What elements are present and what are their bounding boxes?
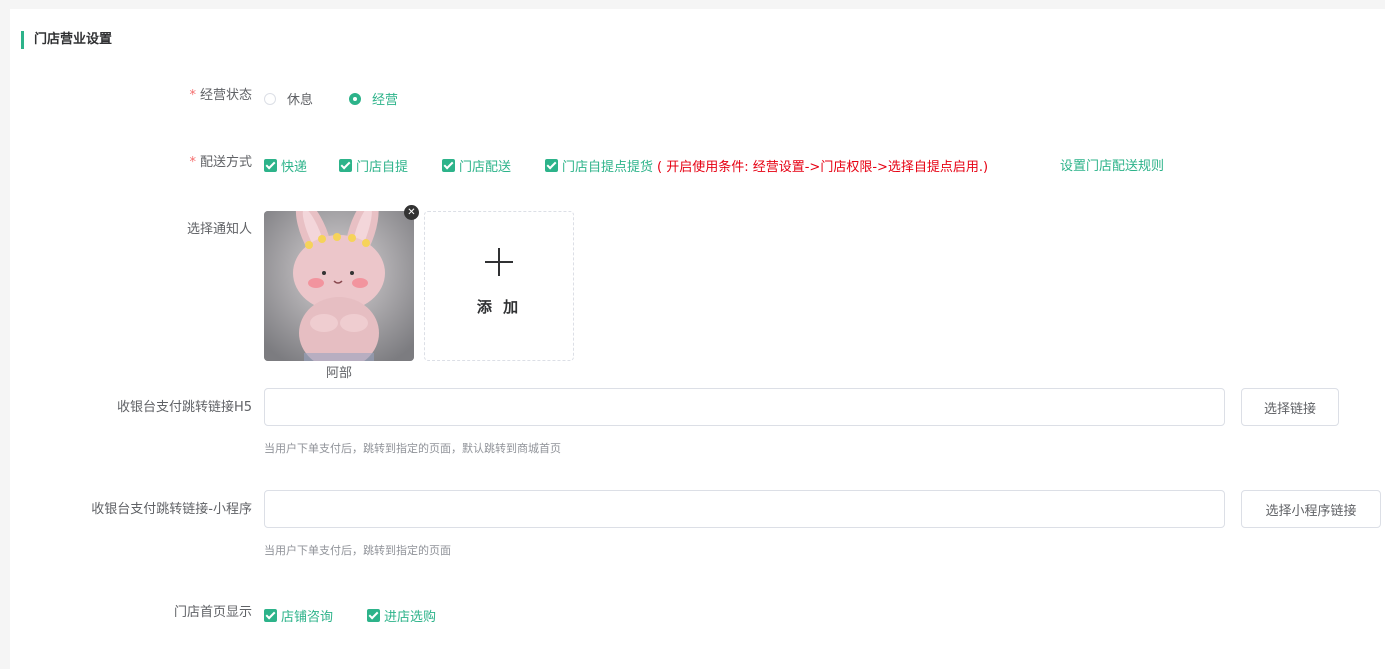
notifier-label: 选择通知人 — [186, 222, 252, 237]
h5-link-tip: 当用户下单支付后，跳转到指定的页面，默认跳转到商城首页 — [264, 442, 561, 455]
radio-rest[interactable]: 休息 — [264, 89, 313, 108]
checkbox-checked-icon — [442, 159, 455, 172]
mini-link-input[interactable] — [264, 490, 1225, 528]
delivery-rule-link[interactable]: 设置门店配送规则 — [1060, 155, 1164, 174]
delivery-label: * 配送方式 — [10, 153, 252, 173]
radio-rest-label: 休息 — [287, 93, 314, 108]
checkbox-checked-icon — [367, 609, 380, 622]
radio-circle-icon — [264, 92, 276, 105]
mini-link-tip: 当用户下单支付后，跳转到指定的页面 — [264, 544, 451, 557]
radio-operating-label: 经营 — [372, 93, 399, 108]
select-link-button[interactable]: 选择链接 — [1241, 388, 1339, 426]
checkbox-self-pickup[interactable]: 门店自提 — [339, 156, 408, 175]
mini-link-label: 收银台支付跳转链接-小程序 — [91, 502, 252, 517]
checkbox-express[interactable]: 快递 — [264, 156, 307, 175]
checkbox-pickup-point[interactable]: 门店自提点提货 ( 开启使用条件: 经营设置->门店权限->选择自提点启用.) — [545, 156, 988, 175]
checkbox-express-label: 快递 — [281, 160, 308, 175]
business-status-label: * 经营状态 — [10, 86, 252, 106]
notifier-name: 阿部 — [325, 366, 352, 381]
checkbox-self-pickup-label: 门店自提 — [356, 160, 409, 175]
bunny-avatar-image — [264, 211, 414, 361]
radio-circle-checked-icon — [349, 92, 361, 105]
checkbox-store-delivery[interactable]: 门店配送 — [442, 156, 511, 175]
required-mark: * — [189, 88, 196, 103]
close-circle-icon: ✕ — [407, 207, 416, 218]
checkbox-store-consult-label: 店铺咨询 — [281, 610, 334, 625]
h5-link-input[interactable] — [264, 388, 1225, 426]
settings-panel: 门店营业设置 * 经营状态 休息 经营 * 配送方式 快递 门店自提 门店配送 门店… — [10, 9, 1385, 669]
delivery-label-text: 配送方式 — [199, 155, 252, 170]
checkbox-pickup-point-label: 门店自提点提货 — [562, 160, 654, 175]
homepage-display-label: 门店首页显示 — [173, 605, 252, 620]
notifier-avatar — [264, 211, 414, 361]
business-status-label-text: 经营状态 — [199, 88, 252, 103]
pickup-condition-note: ( 开启使用条件: 经营设置->门店权限->选择自提点启用.) — [657, 160, 989, 175]
add-notifier-label: 添 加 — [476, 298, 522, 316]
checkbox-store-delivery-label: 门店配送 — [459, 160, 512, 175]
checkbox-enter-shop-label: 进店选购 — [384, 610, 437, 625]
plus-icon — [485, 248, 513, 276]
select-mini-program-link-button[interactable]: 选择小程序链接 — [1241, 490, 1381, 528]
h5-link-label: 收银台支付跳转链接H5 — [116, 400, 252, 415]
radio-operating[interactable]: 经营 — [349, 89, 398, 108]
checkbox-checked-icon — [264, 609, 277, 622]
checkbox-checked-icon — [545, 159, 558, 172]
section-title: 门店营业设置 — [21, 31, 112, 49]
checkbox-checked-icon — [264, 159, 277, 172]
checkbox-enter-shop[interactable]: 进店选购 — [367, 606, 436, 625]
add-notifier-button[interactable]: 添 加 — [424, 211, 574, 361]
required-mark: * — [189, 155, 196, 170]
checkbox-store-consult[interactable]: 店铺咨询 — [264, 606, 333, 625]
remove-notifier-button[interactable]: ✕ — [404, 205, 419, 220]
checkbox-checked-icon — [339, 159, 352, 172]
